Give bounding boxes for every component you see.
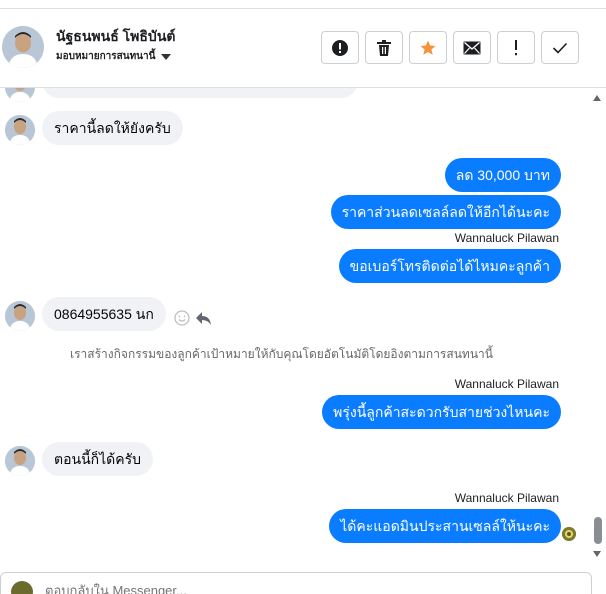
message-composer[interactable] <box>0 572 592 594</box>
incoming-message: ราคานี้ลดให้ยังครับ <box>42 111 183 145</box>
caret-down-icon <box>161 53 172 60</box>
outgoing-message: ราคาส่วนลดเซลล์ลดให้อีกได้นะคะ <box>330 195 561 229</box>
sender-name: Wannaluck Pilawan <box>454 377 559 391</box>
mark-unread-button[interactable] <box>453 31 491 64</box>
header-actions <box>321 31 579 64</box>
incoming-message: 0864955635 นก <box>42 297 166 331</box>
seen-avatar <box>562 527 576 541</box>
smiley-icon <box>174 310 190 326</box>
star-icon <box>420 40 436 55</box>
conversation-header: นัฐธนพนธ์ โพธิบันต์ มอบหมายการสนทนานี้ <box>0 9 606 88</box>
check-icon <box>552 42 568 54</box>
sender-name: Wannaluck Pilawan <box>454 491 559 505</box>
system-notice: เราสร้างกิจกรรมของลูกค้าเป้าหมายให้กับคุ… <box>70 347 493 361</box>
outgoing-message: พรุ่งนี้ลูกค้าสะดวกรับสายช่วงไหนคะ <box>322 395 561 429</box>
reply-button[interactable] <box>195 310 212 331</box>
assign-label: มอบหมายการสนทนานี้ <box>56 51 156 62</box>
avatar <box>5 115 35 145</box>
outgoing-message: ได้คะแอดมินประสานเซลล์ให้นะคะ <box>329 509 561 543</box>
avatar <box>5 446 35 476</box>
follow-up-button[interactable] <box>497 31 535 64</box>
sender-name: Wannaluck Pilawan <box>454 231 559 245</box>
message-list[interactable]: ราคานี้ลดให้ยังครับ ลด 30,000 บาท ราคาส่… <box>0 88 606 568</box>
exclamation-icon <box>515 39 517 55</box>
scrollbar-thumb[interactable] <box>594 517 602 544</box>
trash-icon <box>377 39 391 56</box>
avatar <box>5 88 35 102</box>
scroll-down-arrow-icon[interactable] <box>593 551 601 557</box>
reply-input[interactable] <box>45 583 545 594</box>
contact-name[interactable]: นัฐธนพนธ์ โพธิบันต์ <box>56 26 176 48</box>
avatar <box>5 301 35 331</box>
outgoing-message: ลด 30,000 บาท <box>444 158 561 192</box>
done-button[interactable] <box>541 31 579 64</box>
envelope-icon <box>463 41 481 54</box>
message-bubble-previous <box>42 88 358 98</box>
incoming-message: ตอนนี้ก็ได้ครับ <box>42 442 154 476</box>
reply-icon <box>196 312 211 325</box>
star-button[interactable] <box>409 31 447 64</box>
top-bar <box>0 0 606 9</box>
avatar[interactable] <box>2 26 44 68</box>
alert-circle-icon <box>332 39 348 56</box>
mark-spam-button[interactable] <box>321 31 359 64</box>
delete-button[interactable] <box>365 31 403 64</box>
scroll-up-arrow-icon[interactable] <box>593 95 601 101</box>
page-avatar <box>11 581 33 594</box>
assign-conversation-dropdown[interactable]: มอบหมายการสนทนานี้ <box>56 49 172 64</box>
outgoing-message: ขอเบอร์โทรติดต่อได้ไหมคะลูกค้า <box>338 249 561 283</box>
scrollbar[interactable] <box>590 88 606 568</box>
react-button[interactable] <box>174 310 190 331</box>
